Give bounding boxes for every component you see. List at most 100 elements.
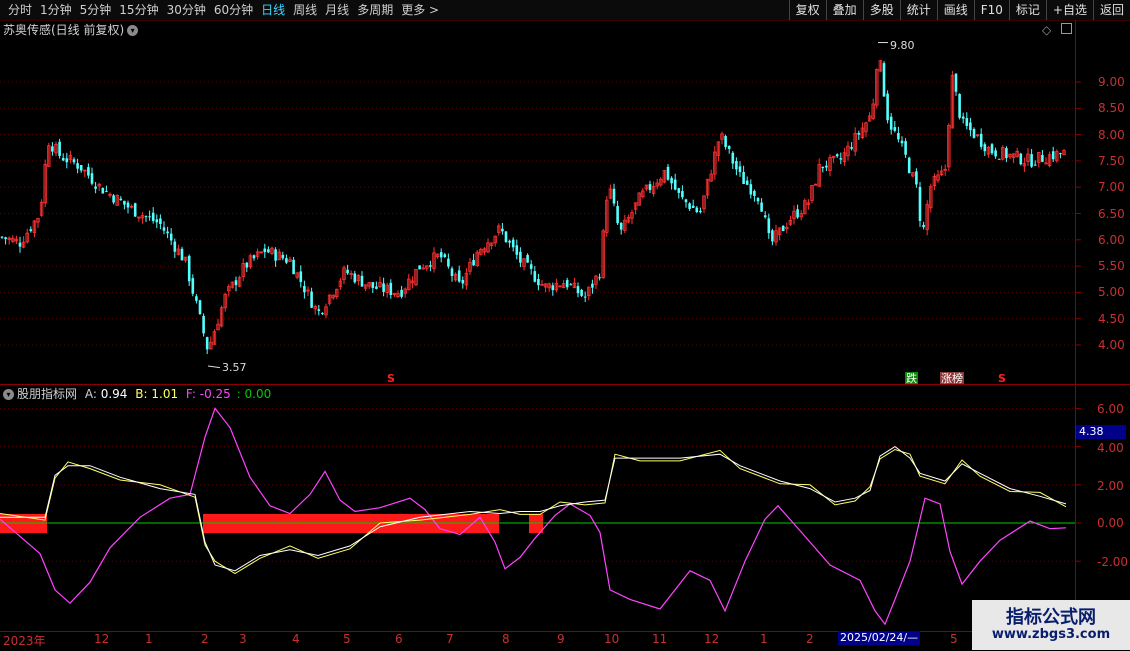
candle-body-down: [472, 260, 475, 266]
candle-body-down: [972, 128, 976, 138]
indicator-a-label: A:: [84, 387, 97, 401]
candle-body-down: [738, 166, 742, 173]
candle-body-down: [371, 282, 375, 289]
indicator-tick: 6.00: [1097, 402, 1124, 416]
time-tick: 10: [604, 632, 620, 646]
candle-body-down: [205, 337, 209, 350]
price-tick: 5.00: [1098, 285, 1125, 299]
candle-body-down: [234, 280, 238, 286]
candle-body-down: [389, 282, 393, 296]
candle-body-down: [79, 165, 83, 171]
candle-body-down: [670, 177, 673, 184]
candle-body-down: [760, 202, 763, 212]
candle-body-down: [29, 229, 33, 232]
candle-body-down: [839, 158, 843, 160]
price-tick: 4.00: [1098, 338, 1125, 352]
chart-canvas[interactable]: [0, 0, 1130, 650]
candle-body-down: [821, 166, 825, 169]
time-tick: 5: [950, 632, 958, 646]
candle-body-down: [533, 271, 537, 282]
chevron-down-icon[interactable]: ▾: [127, 25, 139, 36]
candle-body-down: [882, 63, 886, 97]
candle-body-down: [889, 116, 893, 130]
indicator-title[interactable]: ▾ 股朋指标网 A: 0.94 B: 1.01 F: -0.25 : 0.00: [3, 387, 271, 401]
candle-body-down: [382, 283, 385, 292]
time-tick: 4: [292, 632, 300, 646]
indicator-tick: 0.00: [1097, 516, 1124, 530]
candle-body-down: [727, 146, 731, 149]
candle-body-down: [439, 252, 443, 258]
candle-body-down: [61, 157, 65, 161]
price-tick: 5.50: [1098, 259, 1125, 273]
candle-body-down: [850, 147, 853, 149]
candle-body-down: [162, 227, 166, 231]
price-tick: 4.50: [1098, 312, 1125, 326]
low-price-label: 3.57: [222, 361, 247, 374]
candle-body-down: [299, 271, 303, 283]
candle-body-down: [159, 218, 162, 225]
time-tick: 8: [502, 632, 510, 646]
candle-body-down: [169, 233, 173, 241]
candle-body-down: [245, 262, 249, 268]
price-panel-title[interactable]: 苏奥传感(日线 前复权) ▾: [3, 23, 139, 37]
price-tick: 8.00: [1098, 128, 1125, 142]
candle-body-down: [735, 161, 738, 170]
candle-body-down: [418, 265, 421, 270]
candle-body-down: [285, 258, 288, 263]
candle-body-down: [1030, 154, 1033, 167]
candle-body-down: [969, 122, 972, 131]
candle-body-down: [310, 291, 313, 308]
candle-body-down: [443, 254, 447, 257]
candle-body-down: [353, 273, 357, 283]
candle-body-down: [598, 277, 601, 279]
candle-body-down: [252, 255, 256, 259]
candle-body-down: [997, 158, 1001, 160]
candle-body-down: [954, 73, 958, 92]
candle-body-down: [360, 275, 364, 287]
time-tick: 11: [652, 632, 668, 646]
candle-body-down: [731, 152, 735, 164]
candle-body-down: [155, 219, 159, 223]
indicator-tick: 4.00: [1097, 441, 1124, 455]
candle-body-down: [666, 166, 670, 180]
candle-body-down: [195, 296, 198, 301]
candle-body-down: [76, 163, 79, 169]
candle-body-down: [537, 278, 540, 286]
candle-body-down: [321, 312, 324, 314]
candle-body-down: [745, 180, 749, 185]
time-tick: 9: [557, 632, 565, 646]
price-tick: 8.50: [1098, 101, 1125, 115]
candle-body-down: [65, 158, 69, 163]
candle-body-down: [753, 190, 756, 196]
candle-body-down: [274, 249, 277, 261]
panel-toggle-icon[interactable]: [1061, 23, 1073, 34]
candle-body-down: [317, 309, 321, 311]
candle-body-down: [87, 167, 90, 176]
high-price-label: 9.80: [890, 39, 915, 52]
candle-body-down: [958, 93, 961, 118]
diamond-icon[interactable]: ◇: [1042, 23, 1051, 37]
candle-body-down: [771, 230, 774, 242]
candle-body-down: [0, 236, 4, 238]
candle-body-down: [51, 146, 54, 152]
candle-body-down: [961, 116, 965, 119]
candle-body-down: [763, 215, 767, 218]
time-tick: 12: [704, 632, 720, 646]
candle-body-down: [126, 202, 130, 208]
candle-body-down: [303, 285, 306, 293]
candle-body-down: [166, 231, 169, 234]
candle-body-down: [198, 300, 202, 314]
watermark-title: 指标公式网: [1006, 607, 1096, 628]
candle-body-down: [429, 265, 432, 267]
candle-body-down: [616, 206, 619, 224]
time-tick: 3: [239, 632, 247, 646]
panel-divider[interactable]: [0, 384, 1130, 385]
candle-body-down: [897, 133, 900, 140]
candle-body-down: [519, 251, 522, 263]
indicator-f-label: F:: [185, 387, 196, 401]
candle-body-down: [148, 216, 151, 218]
candle-body-down: [1019, 153, 1023, 165]
candle-body-down: [677, 188, 681, 193]
candle-body-down: [526, 254, 529, 263]
chevron-down-icon[interactable]: ▾: [3, 389, 14, 400]
